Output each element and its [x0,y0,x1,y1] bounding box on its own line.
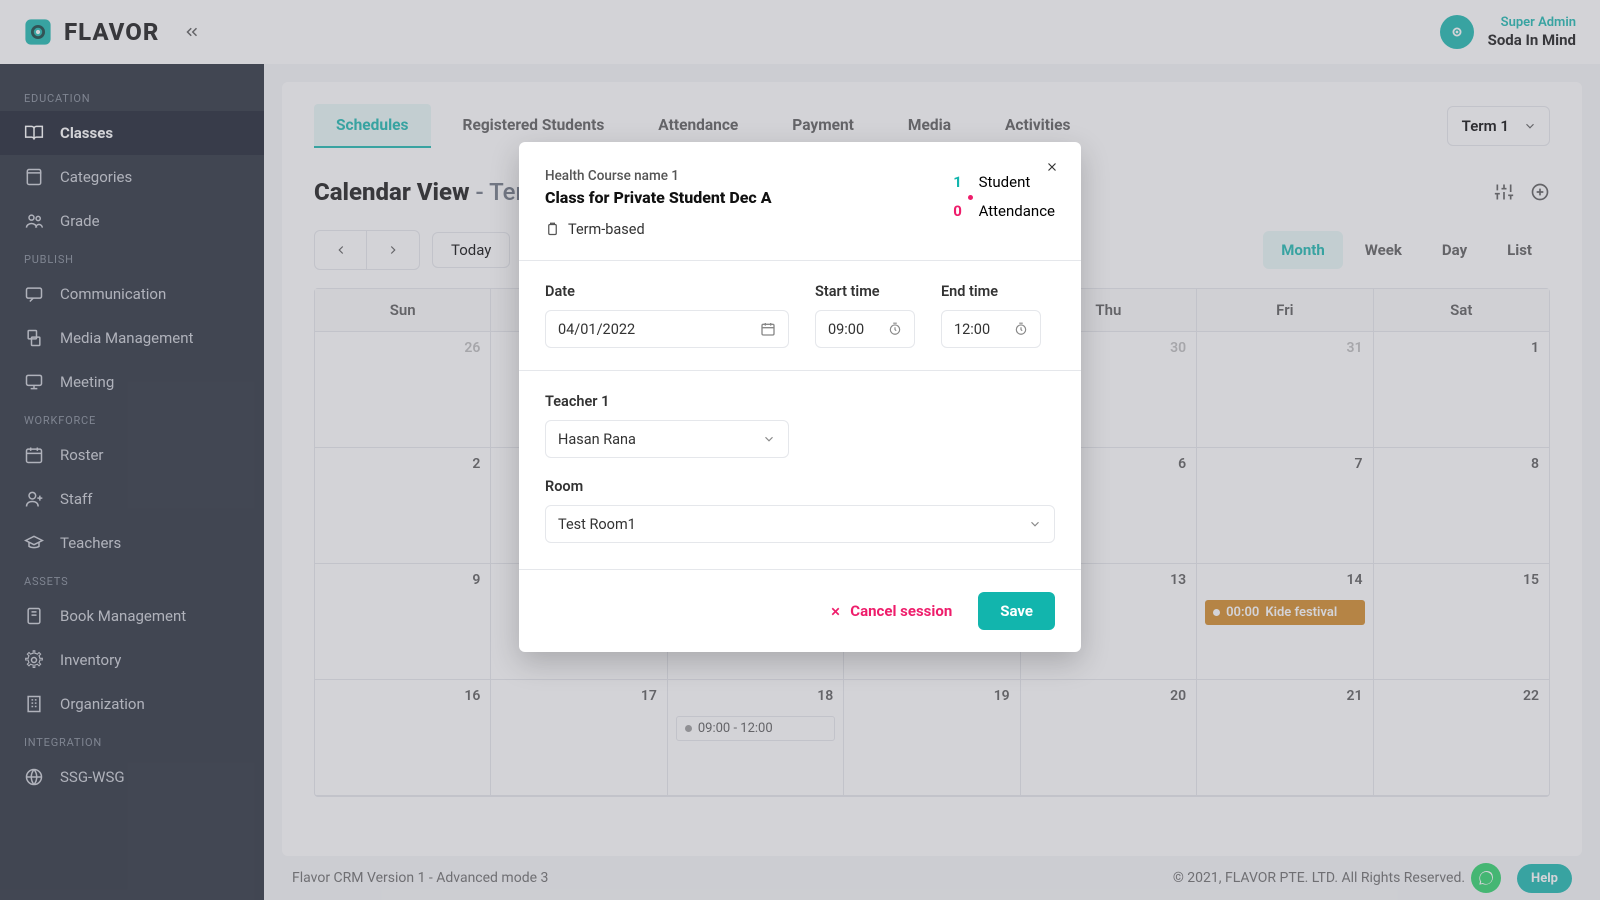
date-label: Date [545,283,789,300]
end-time-input[interactable]: 12:00 [941,310,1041,348]
teacher-select[interactable]: Hasan Rana [545,420,789,458]
date-input[interactable]: 04/01/2022 [545,310,789,348]
chevron-down-icon [1028,517,1042,531]
chevron-down-icon [762,432,776,446]
save-button[interactable]: Save [978,592,1055,630]
overlay[interactable]: Health Course name 1 Class for Private S… [0,0,1600,900]
clock-icon [1014,322,1028,336]
modal-header: Health Course name 1 Class for Private S… [519,142,1081,261]
attendance-count: 0 Attendance [951,197,1055,226]
teacher-label: Teacher 1 [545,393,1055,410]
modal-body-datetime: Date 04/01/2022 Start time 09:00 End tim… [519,261,1081,371]
start-time-input[interactable]: 09:00 [815,310,915,348]
clipboard-icon [545,222,560,237]
term-based-label: Term-based [545,221,772,238]
session-modal: Health Course name 1 Class for Private S… [519,142,1081,652]
student-count: 1 Student [951,168,1055,197]
clock-icon [888,322,902,336]
x-icon [829,605,842,618]
room-label: Room [545,478,1055,495]
room-select[interactable]: Test Room1 [545,505,1055,543]
end-time-label: End time [941,283,1041,300]
start-time-label: Start time [815,283,915,300]
calendar-icon [760,321,776,337]
class-name: Class for Private Student Dec A [545,188,772,207]
modal-footer: Cancel session Save [519,570,1081,652]
close-icon[interactable] [1045,160,1059,174]
modal-body-assign: Teacher 1 Hasan Rana Room Test Room1 [519,371,1081,570]
cancel-session-button[interactable]: Cancel session [829,602,952,620]
course-name: Health Course name 1 [545,168,772,184]
